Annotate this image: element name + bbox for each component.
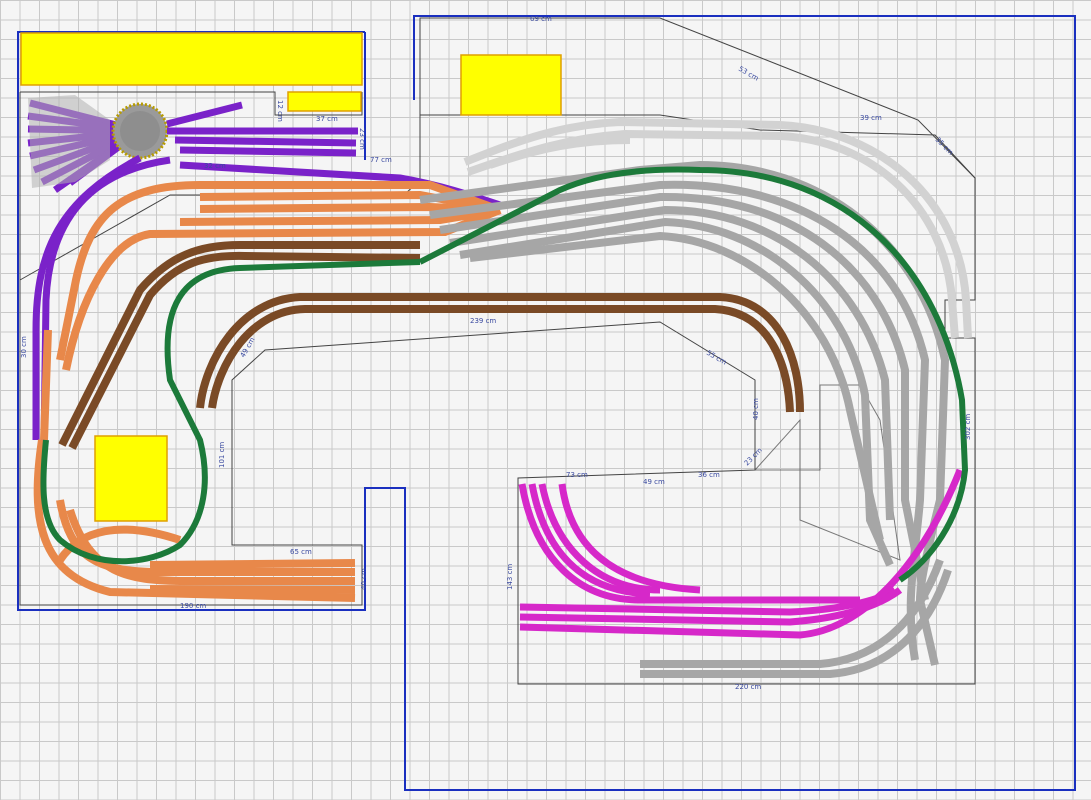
dim-label: 32 cm xyxy=(204,162,226,170)
magenta-track xyxy=(538,483,661,594)
dim-label: 35 cm xyxy=(934,136,955,157)
dim-label: 23 cm xyxy=(358,128,366,150)
dim-label: 239 cm xyxy=(470,317,496,325)
brown-track-inner-2 xyxy=(208,305,794,413)
depot-track xyxy=(179,146,357,157)
dim-label: 65 cm xyxy=(290,548,312,556)
bench-lower-left xyxy=(94,435,168,522)
dim-label: 55 cm xyxy=(705,349,728,367)
yard-track-lower xyxy=(149,559,356,569)
dim-label: 302 cm xyxy=(964,414,972,440)
dim-label: 49 cm xyxy=(643,478,665,486)
bench-small xyxy=(287,91,362,112)
turntable-pit xyxy=(120,111,160,151)
bench-top-right xyxy=(460,54,562,116)
yard-track-lower xyxy=(149,585,356,594)
dim-label: 53 cm xyxy=(737,65,760,83)
dim-label: 39 cm xyxy=(860,114,882,122)
bench-top-left xyxy=(20,32,363,86)
brown-loop xyxy=(58,241,804,450)
dim-label: 73 cm xyxy=(566,471,588,479)
dim-label: 143 cm xyxy=(506,564,514,590)
track-plan: 69 cm 53 cm 39 cm 35 cm 12 cm 37 cm 23 c… xyxy=(17,15,1076,791)
dim-label: 101 cm xyxy=(218,442,226,468)
yard-lead xyxy=(40,329,52,441)
magenta-track xyxy=(518,483,860,604)
engine-shed xyxy=(28,95,110,188)
yard-track xyxy=(62,206,502,371)
dim-label: 220 cm xyxy=(735,683,761,691)
dim-label: 12 cm xyxy=(276,100,284,122)
dim-label: 40 cm xyxy=(752,398,760,420)
dim-label: 30 cm xyxy=(20,336,28,358)
dim-label: 77 cm xyxy=(370,156,392,164)
grey-track xyxy=(439,192,929,601)
magenta-yard xyxy=(518,468,964,639)
dim-label: 37 cm xyxy=(316,115,338,123)
dim-label: 36 cm xyxy=(698,471,720,479)
depot-lead xyxy=(40,156,171,446)
depot-track xyxy=(174,136,357,147)
depot-track xyxy=(166,101,243,128)
dim-label: 40 cm xyxy=(360,568,368,590)
dim-label: 190 cm xyxy=(180,602,206,610)
dim-label: 69 cm xyxy=(530,15,552,23)
